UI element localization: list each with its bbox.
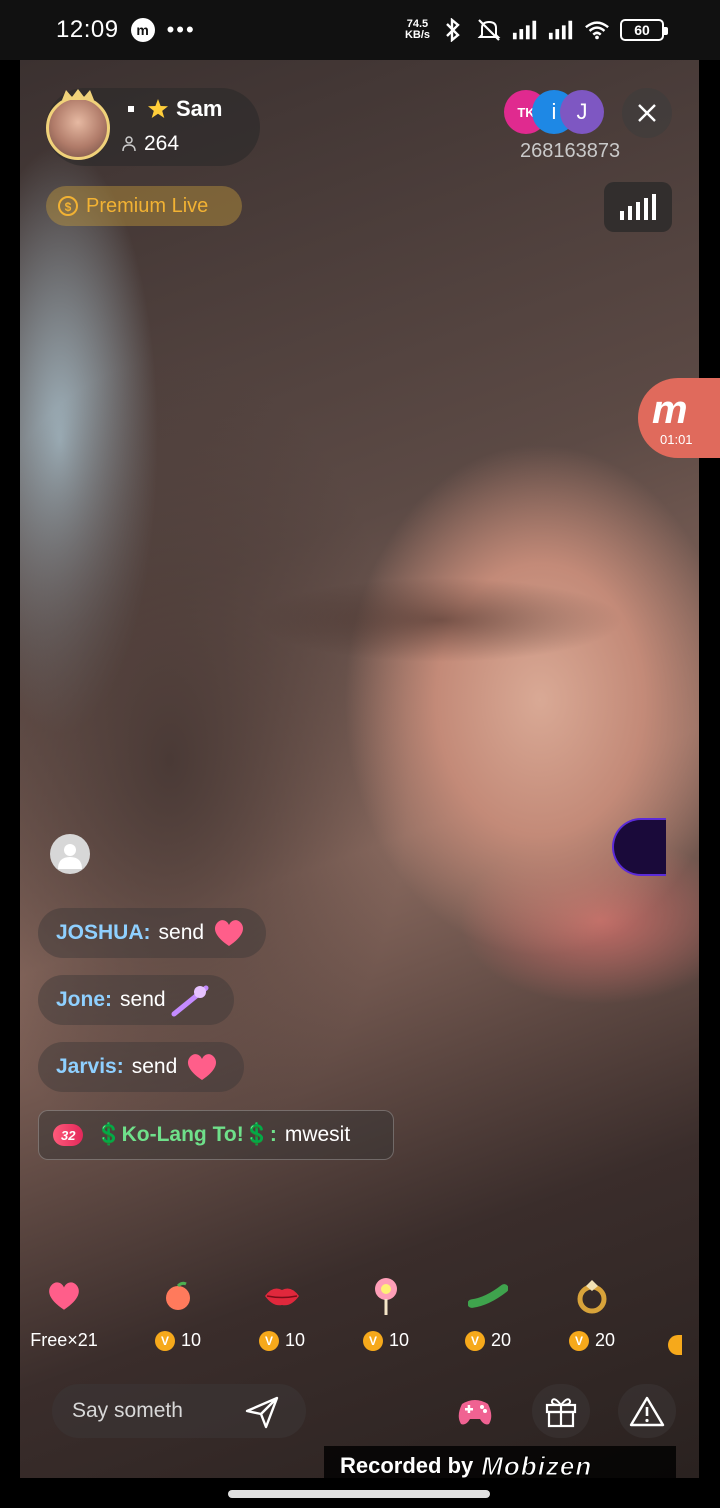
heart-gift-icon — [215, 920, 244, 946]
gift-price: V 10 — [258, 1330, 306, 1351]
battery-indicator: 60 — [620, 19, 668, 41]
gift-price: V 10 — [362, 1330, 410, 1351]
mobizen-brand-logo: Mobizen — [481, 1450, 593, 1481]
mobizen-logo-letter: m — [652, 388, 688, 432]
premium-live-label: Premium Live — [86, 194, 209, 217]
recording-timer: 01:01 — [660, 432, 693, 447]
host-avatar[interactable] — [46, 96, 110, 160]
gift-free-label: Free×21 — [30, 1330, 98, 1350]
gift-price: V 20 — [464, 1330, 512, 1351]
chat-message: Jone: send — [38, 975, 234, 1025]
gift-price: V 10 — [154, 1330, 202, 1351]
chat-input-placeholder: Say someth — [72, 1399, 183, 1422]
premium-live-badge[interactable]: $ Premium Live — [46, 186, 242, 226]
gift-button[interactable] — [532, 1384, 590, 1438]
host-follower-count: 264 — [122, 132, 179, 156]
signal-bars-icon — [620, 194, 656, 220]
heart-gift-icon — [188, 1054, 217, 1080]
vip-chat-message: 32 💲Ko-Lang To!💲: mwesit — [38, 1110, 394, 1160]
chat-username[interactable]: 💲Ko-Lang To!💲: — [95, 1123, 276, 1147]
game-button[interactable] — [446, 1384, 504, 1438]
gift-item-lips[interactable]: V 10 — [242, 1276, 322, 1351]
chat-text: mwesit — [284, 1123, 351, 1146]
peach-gift-icon — [158, 1276, 198, 1316]
mute-icon — [476, 17, 502, 43]
chat-username[interactable]: JOSHUA: — [56, 921, 151, 945]
report-button[interactable] — [618, 1384, 676, 1438]
chat-message: JOSHUA: send — [38, 908, 266, 958]
ring-gift-icon — [572, 1276, 612, 1316]
gift-price-value: 10 — [180, 1330, 202, 1350]
wifi-icon — [584, 17, 610, 43]
person-icon — [122, 136, 136, 152]
close-icon — [638, 104, 656, 122]
gift-item-heart[interactable]: Free×21 — [24, 1276, 104, 1351]
coin-icon: V — [362, 1330, 383, 1351]
gift-item-lollipop[interactable]: V 10 — [346, 1276, 426, 1351]
chat-text: send — [158, 921, 205, 944]
cell-signal-2-icon — [548, 17, 574, 43]
wand-gift-icon — [171, 985, 209, 1017]
user-avatar-placeholder[interactable] — [50, 834, 90, 874]
chat-text: send — [120, 988, 166, 1011]
more-notifications-icon: ••• — [166, 17, 196, 42]
chat-text: send — [131, 1055, 178, 1078]
status-bar: 12:09 m ••• 74.5 KB/s 60 — [0, 0, 720, 60]
network-speed: 74.5 KB/s — [405, 19, 430, 41]
viewer-avatars[interactable]: TK i J — [504, 90, 604, 134]
home-gesture-bar[interactable] — [228, 1490, 490, 1498]
coin-icon: V — [154, 1330, 175, 1351]
crown-icon — [62, 89, 94, 100]
lollipop-gift-icon — [366, 1276, 406, 1316]
bluetooth-icon — [440, 17, 466, 43]
user-silhouette-icon — [58, 844, 82, 869]
lips-gift-icon — [262, 1276, 302, 1316]
close-button[interactable] — [622, 88, 672, 138]
gamepad-icon — [458, 1400, 492, 1425]
gift-item-peach[interactable]: V 10 — [138, 1276, 218, 1351]
star-icon — [148, 99, 168, 118]
cell-signal-1-icon — [512, 17, 538, 43]
coin-icon: V — [464, 1330, 485, 1351]
connection-quality-button[interactable] — [604, 182, 672, 232]
coin-icon: V — [258, 1330, 279, 1351]
room-id: 268163873 — [520, 140, 621, 162]
gift-item-cucumber[interactable]: V 20 — [448, 1276, 528, 1351]
status-dot — [128, 106, 134, 112]
recorded-by-text: Recorded by — [340, 1453, 474, 1478]
network-speed-unit: KB/s — [404, 29, 430, 41]
viewer-avatar[interactable]: J — [560, 90, 604, 134]
svg-text:$: $ — [65, 200, 72, 214]
warning-icon — [629, 1396, 665, 1427]
live-video-stream[interactable] — [20, 60, 699, 1478]
gift-box-icon — [545, 1398, 577, 1428]
gift-item-ring[interactable]: V 20 — [552, 1276, 632, 1351]
heart-gift-icon — [44, 1276, 84, 1316]
premium-icon: $ — [58, 196, 78, 216]
coin-icon-partial — [668, 1335, 682, 1355]
recording-watermark: Recorded by Mobizen — [324, 1446, 676, 1486]
host-name-text: Sam — [176, 96, 223, 121]
follower-count-value: 264 — [144, 132, 180, 155]
mobizen-app-icon: m — [130, 18, 155, 42]
cucumber-gift-icon — [468, 1276, 508, 1316]
chat-message: Jarvis: send — [38, 1042, 244, 1092]
send-icon[interactable] — [244, 1394, 280, 1430]
chat-username[interactable]: Jone: — [56, 988, 112, 1012]
host-name: Sam — [128, 96, 222, 122]
chat-username[interactable]: Jarvis: — [56, 1055, 124, 1079]
coin-icon: V — [568, 1330, 589, 1351]
user-level-badge: 32 — [53, 1124, 84, 1146]
floating-overlay-handle[interactable] — [612, 818, 666, 876]
gift-price: V 20 — [568, 1330, 616, 1351]
gift-price-value: 20 — [490, 1330, 512, 1350]
status-time: 12:09 — [56, 16, 119, 43]
gift-price-value: 20 — [594, 1330, 616, 1350]
gift-price-value: 10 — [388, 1330, 410, 1350]
gift-price-value: 10 — [284, 1330, 306, 1350]
